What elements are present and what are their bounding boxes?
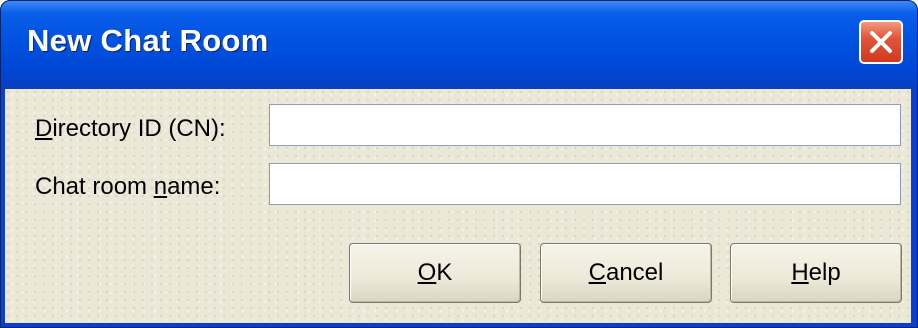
chat-room-name-input[interactable] xyxy=(269,163,901,205)
directory-id-label: Directory ID (CN): xyxy=(35,115,226,142)
new-chat-room-dialog: New Chat Room Directory ID (CN): Chat ro… xyxy=(0,0,918,328)
directory-id-input[interactable] xyxy=(269,104,901,146)
title-bar[interactable]: New Chat Room xyxy=(1,1,917,89)
ok-button[interactable]: OK xyxy=(349,243,521,303)
dialog-title: New Chat Room xyxy=(27,23,269,58)
chat-room-name-label: Chat room name: xyxy=(35,173,221,200)
close-button[interactable] xyxy=(859,20,903,64)
chat-room-name-mnemonic: n xyxy=(153,173,168,200)
cancel-button[interactable]: Cancel xyxy=(540,243,712,303)
dialog-body: Directory ID (CN): Chat room name: OK Ca… xyxy=(5,89,911,323)
directory-id-mnemonic: D xyxy=(35,115,53,142)
help-button[interactable]: Help xyxy=(730,243,902,303)
close-icon xyxy=(870,31,892,53)
